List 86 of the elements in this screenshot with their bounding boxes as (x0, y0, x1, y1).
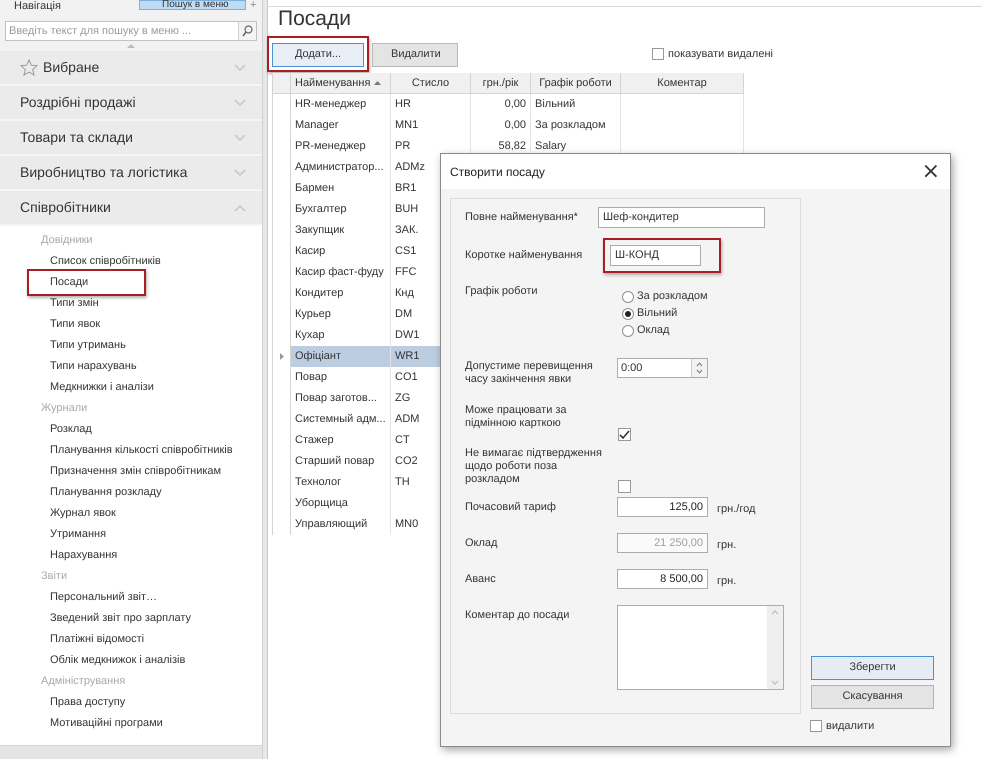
menu-item[interactable]: Планування кількості співробітників (29, 439, 233, 462)
menu-item[interactable]: Медкнижки і аналізи (29, 376, 154, 399)
chevron-icon (234, 64, 246, 72)
menu-item[interactable]: Платіжні відомості (29, 628, 144, 651)
comment-field[interactable] (617, 605, 784, 690)
menu-section[interactable]: Роздрібні продажі (0, 86, 262, 121)
chevron-icon (234, 98, 246, 106)
field-label: Аванс (465, 572, 497, 586)
section-label: Вибране (43, 58, 100, 77)
scroll-down-icon[interactable] (771, 680, 779, 685)
section-label: Товари та склади (20, 128, 134, 147)
menu-item[interactable]: Журнал явок (29, 502, 116, 525)
column-header[interactable]: Коментар (621, 73, 744, 93)
chevron-icon (234, 204, 246, 212)
column-header[interactable]: грн./рік (471, 73, 531, 93)
menu-item[interactable]: Мотиваційні програми (29, 712, 163, 735)
column-header[interactable]: Графік роботи (531, 73, 621, 93)
menu-item[interactable]: Планування розкладу (29, 481, 162, 504)
scroll-up-icon[interactable] (771, 610, 779, 615)
menu-item[interactable]: Посади (27, 269, 146, 296)
radio-button[interactable] (622, 324, 634, 336)
text-field[interactable]: Ш-КОНД (610, 245, 701, 266)
menu-item[interactable]: Типи утримань (29, 334, 126, 357)
checkbox-label: показувати видалені (668, 46, 773, 62)
number-field[interactable]: 125,00 (617, 497, 708, 517)
menu-item[interactable]: Утримання (29, 523, 106, 546)
radio-button[interactable] (622, 308, 634, 320)
menu-item[interactable]: Призначення змін співробітникам (29, 460, 222, 483)
menu-item[interactable]: Зведений звіт про зарплату (29, 607, 192, 630)
radio-label: За розкладом (637, 289, 708, 304)
unit-label: грн. (717, 574, 736, 589)
radio-label: Оклад (637, 323, 670, 338)
group-label: Довідники (40, 233, 94, 248)
field-label: Оклад (465, 536, 498, 550)
number-field[interactable]: 8 500,00 (617, 569, 708, 589)
unit-label: грн./год (717, 502, 756, 517)
menu-section[interactable]: Виробництво та логістика (0, 156, 262, 191)
spinner-arrows-icon[interactable] (696, 361, 703, 375)
toolbar-button[interactable]: Видалити (372, 42, 458, 67)
star-icon (20, 59, 38, 76)
group-label: Адміністрування (40, 674, 126, 690)
menu-section[interactable]: Співробітники (0, 191, 262, 226)
checkbox[interactable] (618, 428, 631, 441)
scroll-up-icon[interactable] (127, 44, 135, 48)
radio-button[interactable] (622, 290, 634, 302)
section-label: Співробітники (20, 198, 112, 217)
table-cell[interactable]: Офіціант (291, 346, 391, 367)
section-label: Роздрібні продажі (20, 93, 137, 112)
toolbar-button[interactable]: Додати... (272, 42, 364, 67)
menu-search-button[interactable]: Пошук в меню (139, 0, 246, 10)
menu-item[interactable]: Облік медкнижок і аналізів (29, 649, 186, 672)
close-button[interactable]: × (922, 160, 940, 182)
checkbox[interactable] (652, 48, 664, 60)
dialog-button[interactable]: Скасування (811, 684, 934, 708)
checkbox[interactable] (810, 720, 822, 732)
number-field: 21 250,00 (617, 533, 708, 553)
menu-section[interactable]: Вибране (0, 51, 262, 86)
menu-item[interactable]: Розклад (29, 418, 92, 441)
column-header[interactable]: Стисло (391, 73, 471, 93)
group-label: Звіти (40, 569, 68, 584)
menu-item[interactable]: Нарахування (29, 544, 118, 567)
chevron-icon (234, 168, 246, 176)
section-label: Виробництво та логістика (20, 163, 188, 182)
sort-ascending-icon (374, 81, 382, 85)
checkbox[interactable] (618, 480, 631, 493)
row-pointer-icon (280, 353, 284, 360)
menu-search-field[interactable]: Введіть текст для пошуку в меню ... (5, 21, 257, 41)
time-spinner-field[interactable]: 0:00 (617, 358, 708, 378)
unit-label: грн. (717, 538, 736, 553)
field-label: Почасовий тариф (465, 500, 557, 514)
page-title: Посади (278, 7, 351, 31)
menu-item[interactable]: Персональний звіт… (29, 586, 158, 609)
menu-item[interactable]: Типи нарахувань (29, 355, 137, 378)
field-label: Коментар до посади (465, 608, 570, 622)
nav-title: Навігація (14, 0, 61, 12)
menu-item[interactable]: Права доступу (29, 691, 126, 714)
menu-item[interactable]: Типи явок (29, 313, 100, 336)
text-field[interactable]: Шеф-кондитер (598, 207, 765, 228)
radio-label: Вільний (637, 306, 678, 322)
group-label: Журнали (40, 401, 88, 416)
menu-section[interactable]: Товари та склади (0, 121, 262, 156)
checkbox-label: видалити (826, 718, 874, 734)
column-header[interactable]: Найменування (291, 73, 391, 93)
search-icon[interactable] (242, 25, 253, 37)
dialog-button[interactable]: Зберегти (811, 656, 934, 680)
chevron-icon (234, 134, 246, 142)
